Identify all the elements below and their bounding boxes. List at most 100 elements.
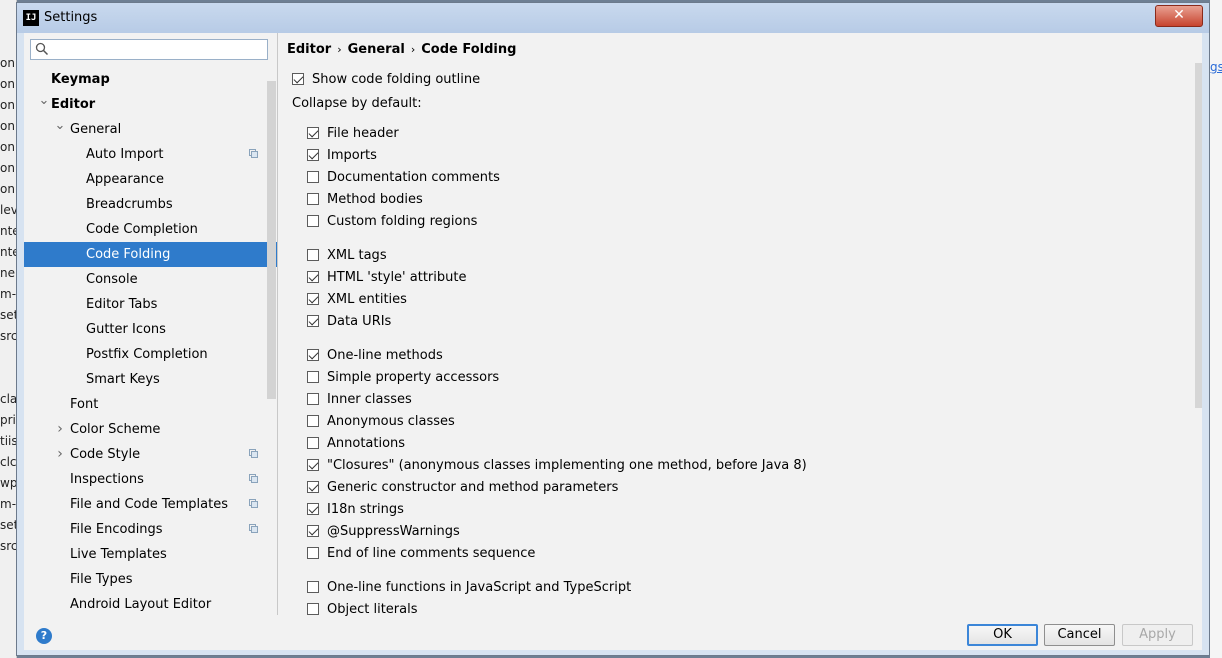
intellij-app-icon: IJ — [23, 10, 39, 26]
option-checkbox[interactable] — [307, 315, 319, 327]
sidebar-item-editor-tabs[interactable]: Editor Tabs — [24, 292, 277, 317]
sidebar-item-console[interactable]: Console — [24, 267, 277, 292]
sidebar-item-label: Code Style — [70, 447, 141, 462]
search-input[interactable] — [30, 39, 268, 60]
title-bar[interactable]: IJ Settings ✕ — [17, 3, 1209, 33]
chevron-right-icon[interactable]: › — [54, 442, 66, 467]
panel-scrollbar[interactable] — [1195, 63, 1202, 408]
sidebar-item-color-scheme[interactable]: › Color Scheme — [24, 417, 277, 442]
background-code-fragment: m- — [0, 287, 17, 301]
sidebar-item-label: General — [70, 122, 122, 137]
background-code-fragment: tiis — [0, 434, 17, 448]
option-checkbox[interactable] — [307, 437, 319, 449]
sidebar-item-appearance[interactable]: Appearance — [24, 167, 277, 192]
sidebar-item-file-types[interactable]: File Types — [24, 567, 277, 592]
option-label: HTML 'style' attribute — [327, 270, 467, 285]
sidebar-item-label: File and Code Templates — [70, 497, 228, 512]
sidebar-item-gutter-icons[interactable]: Gutter Icons — [24, 317, 277, 342]
option-checkbox[interactable] — [307, 293, 319, 305]
option-checkbox[interactable] — [307, 249, 319, 261]
option-label: Method bodies — [327, 192, 423, 207]
option-label: Annotations — [327, 436, 406, 451]
sidebar-item-keymap[interactable]: Keymap — [24, 67, 277, 92]
sidebar-item-breadcrumbs[interactable]: Breadcrumbs — [24, 192, 277, 217]
option-label: Custom folding regions — [327, 214, 478, 229]
option-checkbox[interactable] — [307, 503, 319, 515]
sidebar-item-smart-keys[interactable]: Smart Keys — [24, 367, 277, 392]
sidebar-item-live-templates[interactable]: Live Templates — [24, 542, 277, 567]
cancel-button[interactable]: Cancel — [1044, 624, 1115, 646]
sidebar-item-auto-import[interactable]: Auto Import — [24, 142, 277, 167]
project-copy-icon — [249, 149, 258, 158]
apply-button[interactable]: Apply — [1122, 624, 1193, 646]
option-checkbox[interactable] — [307, 459, 319, 471]
option-label: Object literals — [327, 602, 418, 617]
show-outline-label: Show code folding outline — [312, 72, 481, 87]
option-checkbox[interactable] — [307, 127, 319, 139]
background-code-fragment: set — [0, 518, 17, 532]
chevron-right-icon[interactable]: › — [54, 417, 66, 442]
sidebar-item-label: Live Templates — [70, 547, 167, 562]
project-copy-icon — [249, 474, 258, 483]
show-outline-checkbox[interactable] — [292, 73, 304, 85]
sidebar-item-label: Inspections — [70, 472, 144, 487]
sidebar-item-inspections[interactable]: Inspections — [24, 467, 277, 492]
close-button[interactable]: ✕ — [1155, 5, 1203, 27]
sidebar-item-label: Keymap — [51, 72, 110, 87]
option-checkbox[interactable] — [307, 193, 319, 205]
option-checkbox[interactable] — [307, 171, 319, 183]
option-label: Documentation comments — [327, 170, 500, 185]
settings-sidebar: Keymap ⌄ Editor ⌄ General Auto Import Appearan… — [24, 33, 278, 615]
background-code-fragment: on — [0, 140, 15, 154]
option-checkbox[interactable] — [307, 481, 319, 493]
option-checkbox[interactable] — [307, 215, 319, 227]
settings-dialog: IJ Settings ✕ Keymap ⌄ Editor ⌄ General Auto … — [16, 2, 1210, 656]
option-checkbox[interactable] — [307, 581, 319, 593]
chevron-down-icon[interactable]: ⌄ — [54, 113, 66, 138]
sidebar-item-label: Editor Tabs — [86, 297, 158, 312]
sidebar-item-code-style[interactable]: › Code Style — [24, 442, 277, 467]
sidebar-item-label: Postfix Completion — [86, 347, 208, 362]
option-label: One-line methods — [327, 348, 443, 363]
option-checkbox[interactable] — [307, 271, 319, 283]
sidebar-item-code-folding[interactable]: Code Folding — [24, 242, 277, 267]
background-code-fragment: set — [0, 308, 17, 322]
background-code-fragment: wp — [0, 476, 17, 490]
option-label: "Closures" (anonymous classes implementi… — [327, 458, 807, 473]
option-checkbox[interactable] — [307, 371, 319, 383]
option-checkbox[interactable] — [307, 525, 319, 537]
option-checkbox[interactable] — [307, 349, 319, 361]
breadcrumb-separator: › — [410, 43, 416, 56]
background-code-fragment: pri — [0, 413, 16, 427]
background-code-fragment: nte — [0, 245, 16, 259]
option-checkbox[interactable] — [307, 603, 319, 615]
background-link: gs — [1210, 60, 1222, 74]
sidebar-item-general[interactable]: ⌄ General — [24, 117, 277, 142]
chevron-down-icon[interactable]: ⌄ — [38, 88, 50, 113]
sidebar-item-label: File Encodings — [70, 522, 163, 537]
sidebar-item-file-encodings[interactable]: File Encodings — [24, 517, 277, 542]
option-label: @SuppressWarnings — [327, 524, 460, 539]
option-checkbox[interactable] — [307, 393, 319, 405]
background-code-fragment: on — [0, 119, 15, 133]
sidebar-item-file-and-code-templates[interactable]: File and Code Templates — [24, 492, 277, 517]
option-checkbox[interactable] — [307, 547, 319, 559]
help-icon[interactable]: ? — [36, 628, 52, 644]
breadcrumb: Editor › General › Code Folding — [287, 42, 516, 57]
breadcrumb-editor: Editor — [287, 42, 332, 57]
option-label: Inner classes — [327, 392, 412, 407]
sidebar-item-label: Breadcrumbs — [86, 197, 173, 212]
sidebar-item-android-layout-editor[interactable]: Android Layout Editor — [24, 592, 277, 617]
sidebar-item-label: Color Scheme — [70, 422, 161, 437]
sidebar-item-postfix-completion[interactable]: Postfix Completion — [24, 342, 277, 367]
sidebar-item-label: Font — [70, 397, 99, 412]
option-checkbox[interactable] — [307, 415, 319, 427]
sidebar-scrollbar[interactable] — [267, 81, 276, 399]
option-label: File header — [327, 126, 399, 141]
sidebar-item-font[interactable]: Font — [24, 392, 277, 417]
ok-button[interactable]: OK — [967, 624, 1038, 646]
option-checkbox[interactable] — [307, 149, 319, 161]
background-code-fragment: on — [0, 56, 15, 70]
project-copy-icon — [249, 524, 258, 533]
sidebar-item-code-completion[interactable]: Code Completion — [24, 217, 277, 242]
